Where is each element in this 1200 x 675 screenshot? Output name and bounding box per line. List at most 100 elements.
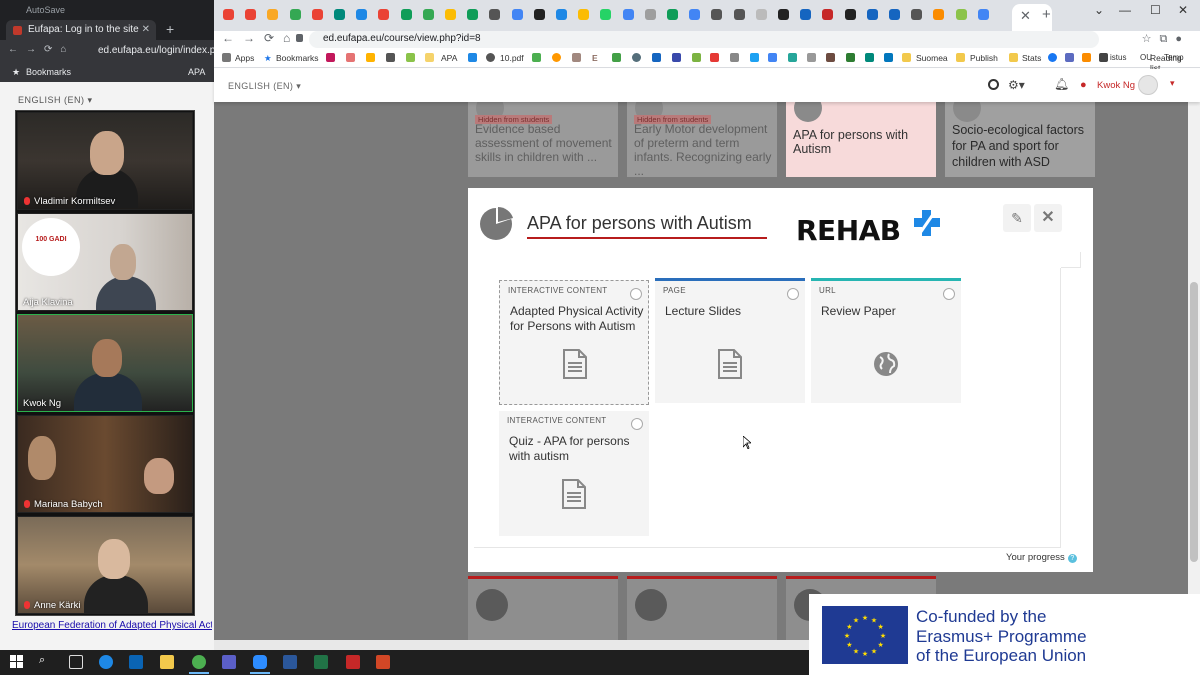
nav-arrows-icon[interactable]: ←→⟳⌂ (8, 44, 74, 55)
browser-tab-favicon-icon[interactable] (422, 9, 434, 20)
word-icon[interactable] (283, 655, 297, 669)
gear-icon[interactable]: ⚙▾ (1008, 78, 1025, 92)
browser-tab-favicon-icon[interactable] (445, 9, 456, 20)
notification-bell-icon[interactable]: 🔔︎ (1054, 77, 1069, 91)
completion-checkbox[interactable] (630, 288, 642, 300)
help-icon[interactable]: ? (1067, 554, 1077, 563)
browser-tab-favicon-icon[interactable] (911, 9, 923, 20)
participant-tile[interactable]: Anne Kärki (17, 516, 193, 614)
browser-tab-favicon-icon[interactable] (600, 9, 612, 20)
bookmark-e[interactable]: E (592, 53, 598, 63)
completion-checkbox[interactable] (787, 288, 799, 300)
close-button[interactable]: ✕ (1034, 204, 1062, 232)
bookmark-bookmarks[interactable]: Bookmarks (276, 53, 319, 63)
bookmark-istus[interactable]: istus (1110, 53, 1126, 62)
close-tab-icon[interactable]: ✕ (1020, 8, 1031, 24)
language-menu[interactable]: ENGLISH (EN) ▾ (228, 81, 301, 92)
messages-icon[interactable]: ● (1080, 79, 1087, 91)
bookmark-apa[interactable]: APA (441, 53, 457, 63)
browser-tab-favicon-icon[interactable] (267, 9, 279, 20)
participant-tile[interactable]: Mariana Babych (17, 415, 193, 513)
bookmark-publish[interactable]: Publish (970, 53, 998, 63)
browser-tab-favicon-icon[interactable] (955, 9, 967, 20)
maximize-icon[interactable]: ☐ (1150, 3, 1161, 17)
bookmark-apps[interactable]: Apps (235, 53, 254, 63)
file-explorer-icon[interactable] (160, 655, 174, 669)
back-window-tab[interactable]: Eufapa: Log in to the site ✕ (6, 20, 156, 40)
activity-card[interactable]: INTERACTIVE CONTENT Adapted Physical Act… (499, 280, 649, 405)
search-icon[interactable] (988, 79, 999, 90)
nav-buttons-icon[interactable]: ←→⟳⌂ (222, 31, 299, 45)
browser-tab-favicon-icon[interactable] (755, 9, 767, 20)
browser-tab-favicon-icon[interactable] (467, 9, 479, 20)
browser-tab-favicon-icon[interactable] (800, 9, 812, 20)
participant-tile[interactable]: 100 GADI Aija Klavina (17, 213, 193, 311)
browser-tab-favicon-icon[interactable] (400, 9, 412, 20)
footer-link[interactable]: European Federation of Adapted Physical … (12, 620, 212, 631)
edge-icon[interactable] (99, 655, 113, 669)
section-card[interactable]: Hidden from students Evidence based asse… (468, 102, 618, 177)
browser-tab-favicon-icon[interactable] (822, 9, 834, 20)
lock-icon[interactable] (296, 34, 303, 42)
extensions-icons[interactable]: ☆⧉● (1142, 32, 1190, 46)
new-tab-icon[interactable]: + (1042, 6, 1051, 23)
teams-icon[interactable] (222, 655, 236, 669)
activity-card[interactable]: PAGE Lecture Slides (655, 278, 805, 403)
section-card[interactable] (627, 576, 777, 650)
browser-tab-favicon-icon[interactable] (622, 9, 634, 20)
bookmark-pdf[interactable]: 10.pdf (500, 53, 524, 63)
browser-tab-favicon-icon[interactable] (866, 9, 878, 20)
section-card[interactable] (468, 576, 618, 650)
browser-tab-favicon-icon[interactable] (889, 9, 900, 20)
browser-tab-favicon-icon[interactable] (378, 9, 390, 20)
chrome-icon[interactable] (192, 655, 206, 669)
browser-tab-favicon-icon[interactable] (977, 9, 989, 20)
powerpoint-icon[interactable] (376, 655, 390, 669)
address-bar[interactable]: ed.eufapa.eu/course/view.php?id=8 (309, 31, 1099, 48)
section-card-current[interactable]: APA for persons with Autism (786, 102, 936, 177)
browser-tab-favicon-icon[interactable] (311, 9, 323, 20)
browser-tab-favicon-icon[interactable] (245, 9, 257, 20)
new-tab-icon[interactable]: + (166, 21, 174, 37)
browser-tab-favicon-icon[interactable] (778, 9, 789, 20)
user-name[interactable]: Kwok Ng (1097, 80, 1135, 91)
browser-tab-favicon-icon[interactable] (578, 9, 590, 20)
browser-tab-favicon-icon[interactable] (733, 9, 745, 20)
browser-tab-favicon-icon[interactable] (356, 9, 368, 20)
browser-tab-favicon-icon[interactable] (334, 9, 345, 20)
section-card[interactable]: Hidden from students Early Motor develop… (627, 102, 777, 178)
browser-tab-favicon-icon[interactable] (556, 9, 567, 20)
tab-search-icon[interactable]: ⌄ (1094, 3, 1104, 17)
edit-button[interactable]: ✎ (1003, 204, 1031, 232)
excel-icon[interactable] (314, 655, 328, 669)
browser-tab-favicon-icon[interactable] (667, 9, 678, 20)
browser-tab-favicon-icon[interactable] (223, 9, 234, 20)
task-view-icon[interactable] (69, 655, 83, 669)
browser-tab-favicon-icon[interactable] (689, 9, 701, 20)
participant-tile[interactable]: Vladimir Kormiltsev (17, 112, 193, 210)
bookmark-suomea[interactable]: Suomea (916, 53, 948, 63)
browser-tab-favicon-icon[interactable] (933, 9, 945, 20)
close-tab-icon[interactable]: ✕ (142, 20, 150, 40)
browser-tab-favicon-icon[interactable] (711, 9, 723, 20)
browser-tab-favicon-icon[interactable] (489, 9, 501, 20)
language-menu[interactable]: ENGLISH (EN) ▾ (18, 95, 93, 106)
browser-tab-favicon-icon[interactable] (644, 9, 656, 20)
participant-tile-active-speaker[interactable]: Kwok Ng (17, 314, 193, 412)
completion-checkbox[interactable] (631, 418, 643, 430)
activity-card[interactable]: INTERACTIVE CONTENT Quiz - APA for perso… (499, 411, 649, 536)
browser-tab-favicon-icon[interactable] (511, 9, 523, 20)
acrobat-icon[interactable] (346, 655, 360, 669)
bookmark-stats[interactable]: Stats (1022, 53, 1041, 63)
back-window-url[interactable]: ed.eufapa.eu/login/index.p (98, 45, 215, 56)
zoom-icon[interactable] (253, 655, 267, 669)
bookmarks-folder[interactable]: Bookmarks (26, 67, 71, 77)
browser-tab-favicon-icon[interactable] (533, 9, 545, 20)
chevron-down-icon[interactable]: ▾ (1170, 78, 1175, 89)
minimize-icon[interactable]: — (1119, 3, 1131, 17)
outlook-icon[interactable] (129, 655, 143, 669)
section-card[interactable]: Socio-ecological factors for PA and spor… (945, 102, 1095, 177)
completion-checkbox[interactable] (943, 288, 955, 300)
bookmark-apa[interactable]: APA (188, 67, 205, 77)
browser-tab-favicon-icon[interactable] (844, 9, 856, 20)
